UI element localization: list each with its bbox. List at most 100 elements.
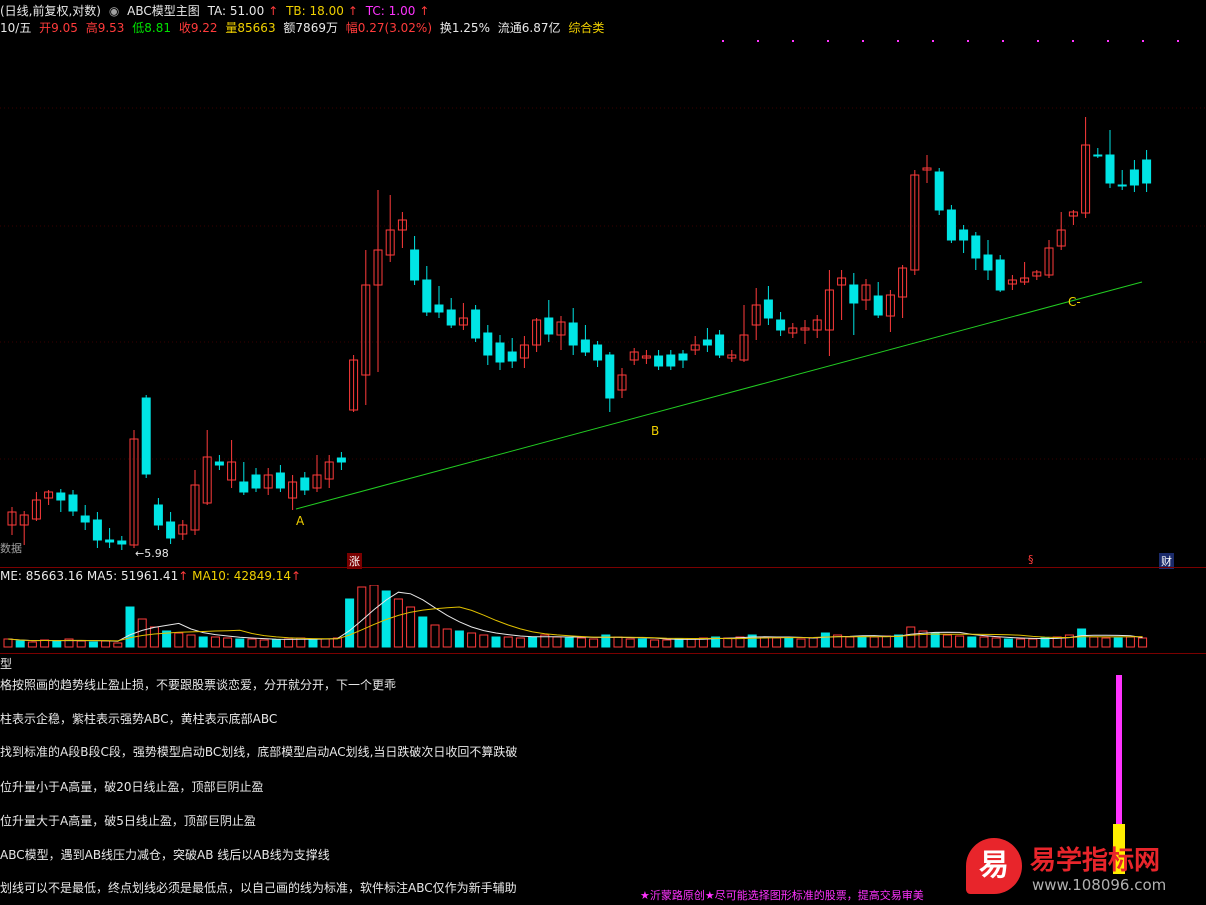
candle-body-17: [214, 461, 224, 466]
candle-93: [1142, 150, 1152, 192]
candle-body-13: [166, 521, 176, 539]
volume-bar-3: [40, 639, 50, 648]
volume-bar-32: [393, 598, 403, 648]
quote-category[interactable]: 综合类: [568, 21, 604, 35]
ma5-arrow: ↑: [178, 569, 189, 583]
candle-77: [946, 205, 956, 243]
candlestick-chart[interactable]: [0, 36, 1206, 568]
candle-68: [837, 270, 847, 320]
candle-body-41: [507, 351, 517, 362]
candle-3: [44, 490, 54, 505]
candle-37: [458, 303, 468, 330]
candle-body-27: [336, 457, 346, 463]
candle-16: [202, 430, 212, 505]
volume-bar-72: [881, 635, 891, 648]
volume-bar-82: [1003, 638, 1013, 648]
candle-body-79: [971, 235, 981, 259]
volume-bar-92: [1125, 636, 1135, 648]
candle-body-19: [239, 481, 249, 493]
volume-bar-6: [76, 640, 86, 648]
ma10-value: MA10: 42849.14: [192, 569, 292, 583]
indicator-toggle-icon[interactable]: ◉: [109, 4, 119, 18]
panel-divider-2: [0, 653, 1206, 654]
quote-close: 收9.22: [178, 21, 218, 35]
candle-22: [275, 465, 285, 492]
volume-bar-4: [52, 640, 62, 648]
volume-bar-78: [955, 635, 965, 648]
candle-7: [92, 512, 102, 548]
volume-bar-88: [1077, 628, 1087, 648]
candle-body-49: [605, 354, 615, 399]
candle-25: [312, 455, 322, 492]
quote-high: 高9.53: [85, 21, 125, 35]
chart-mode[interactable]: (日线,前复权,对数): [0, 4, 101, 18]
panel-divider: [0, 567, 1206, 568]
quote-low: 低8.81: [132, 21, 172, 35]
candle-6: [80, 505, 90, 530]
volume-bar-52: [637, 638, 647, 648]
signal-dot-9: [1037, 40, 1039, 42]
candle-12: [153, 498, 163, 530]
candle-body-8: [105, 539, 115, 543]
candle-11: [141, 395, 151, 478]
candle-34: [422, 266, 432, 316]
candle-body-39: [483, 332, 493, 356]
volume-bar-35: [430, 624, 440, 648]
volume-chart[interactable]: [0, 585, 1206, 653]
volume-bar-7: [88, 641, 98, 648]
volume-bar-14: [174, 632, 184, 648]
signal-dot-13: [1177, 40, 1179, 42]
indicator-name[interactable]: ABC模型主图: [127, 4, 200, 18]
volume-bar-91: [1113, 637, 1123, 648]
footer-note: ★沂蒙路原创★尽可能选择图形标准的股票，提高交易审美: [640, 889, 924, 902]
candle-61: [751, 288, 761, 340]
candle-26: [324, 455, 334, 488]
signal-dot-11: [1107, 40, 1109, 42]
candle-31: [385, 195, 395, 262]
volume-bar-54: [662, 639, 672, 648]
volume-bar-30: [369, 585, 379, 648]
candle-body-57: [702, 339, 712, 346]
signal-dot-3: [827, 40, 829, 42]
candle-75: [922, 155, 932, 183]
volume-header: ME: 85663.16 MA5: 51961.41↑ MA10: 42849.…: [0, 569, 301, 583]
candle-78: [959, 225, 969, 253]
candle-64: [788, 323, 798, 338]
volume-bar-63: [772, 637, 782, 648]
signal-dot-1: [757, 40, 759, 42]
candle-53: [654, 350, 664, 370]
volume-bar-25: [308, 638, 318, 648]
volume-bar-48: [589, 638, 599, 648]
signal-dot-4: [862, 40, 864, 42]
candle-body-93: [1142, 159, 1152, 184]
candle-body-55: [678, 353, 688, 361]
candle-4: [56, 489, 66, 512]
candle-56: [690, 336, 700, 355]
candle-63: [776, 312, 786, 336]
candle-30: [373, 190, 383, 372]
rule-line-4: 位升量小于A高量，破20日线止盈，顶部巨阴止盈: [0, 780, 264, 794]
logo-title: 易学指标网: [1030, 846, 1161, 876]
volume-bar-64: [784, 637, 794, 648]
point-c-label: C-: [1068, 295, 1081, 309]
candle-21: [263, 468, 273, 495]
volume-bar-83: [1016, 638, 1026, 648]
volume-bar-16: [198, 636, 208, 648]
candle-67: [824, 270, 834, 356]
event-badge[interactable]: §: [1026, 553, 1036, 566]
volume-bar-43: [528, 636, 538, 648]
volume-bar-67: [820, 632, 830, 648]
volume-bar-59: [723, 637, 733, 648]
volume-bar-23: [284, 638, 294, 648]
point-b-label: B: [651, 424, 660, 438]
volume-bar-81: [991, 637, 1001, 648]
candle-81: [995, 255, 1005, 292]
logo-flame-icon: 易: [966, 838, 1022, 894]
candle-14: [178, 520, 188, 540]
candle-0: [7, 507, 17, 535]
volume-bar-10: [125, 606, 135, 648]
candle-20: [251, 468, 261, 492]
candle-69: [849, 273, 859, 335]
volume-bar-65: [796, 638, 806, 648]
candle-23: [288, 475, 298, 510]
